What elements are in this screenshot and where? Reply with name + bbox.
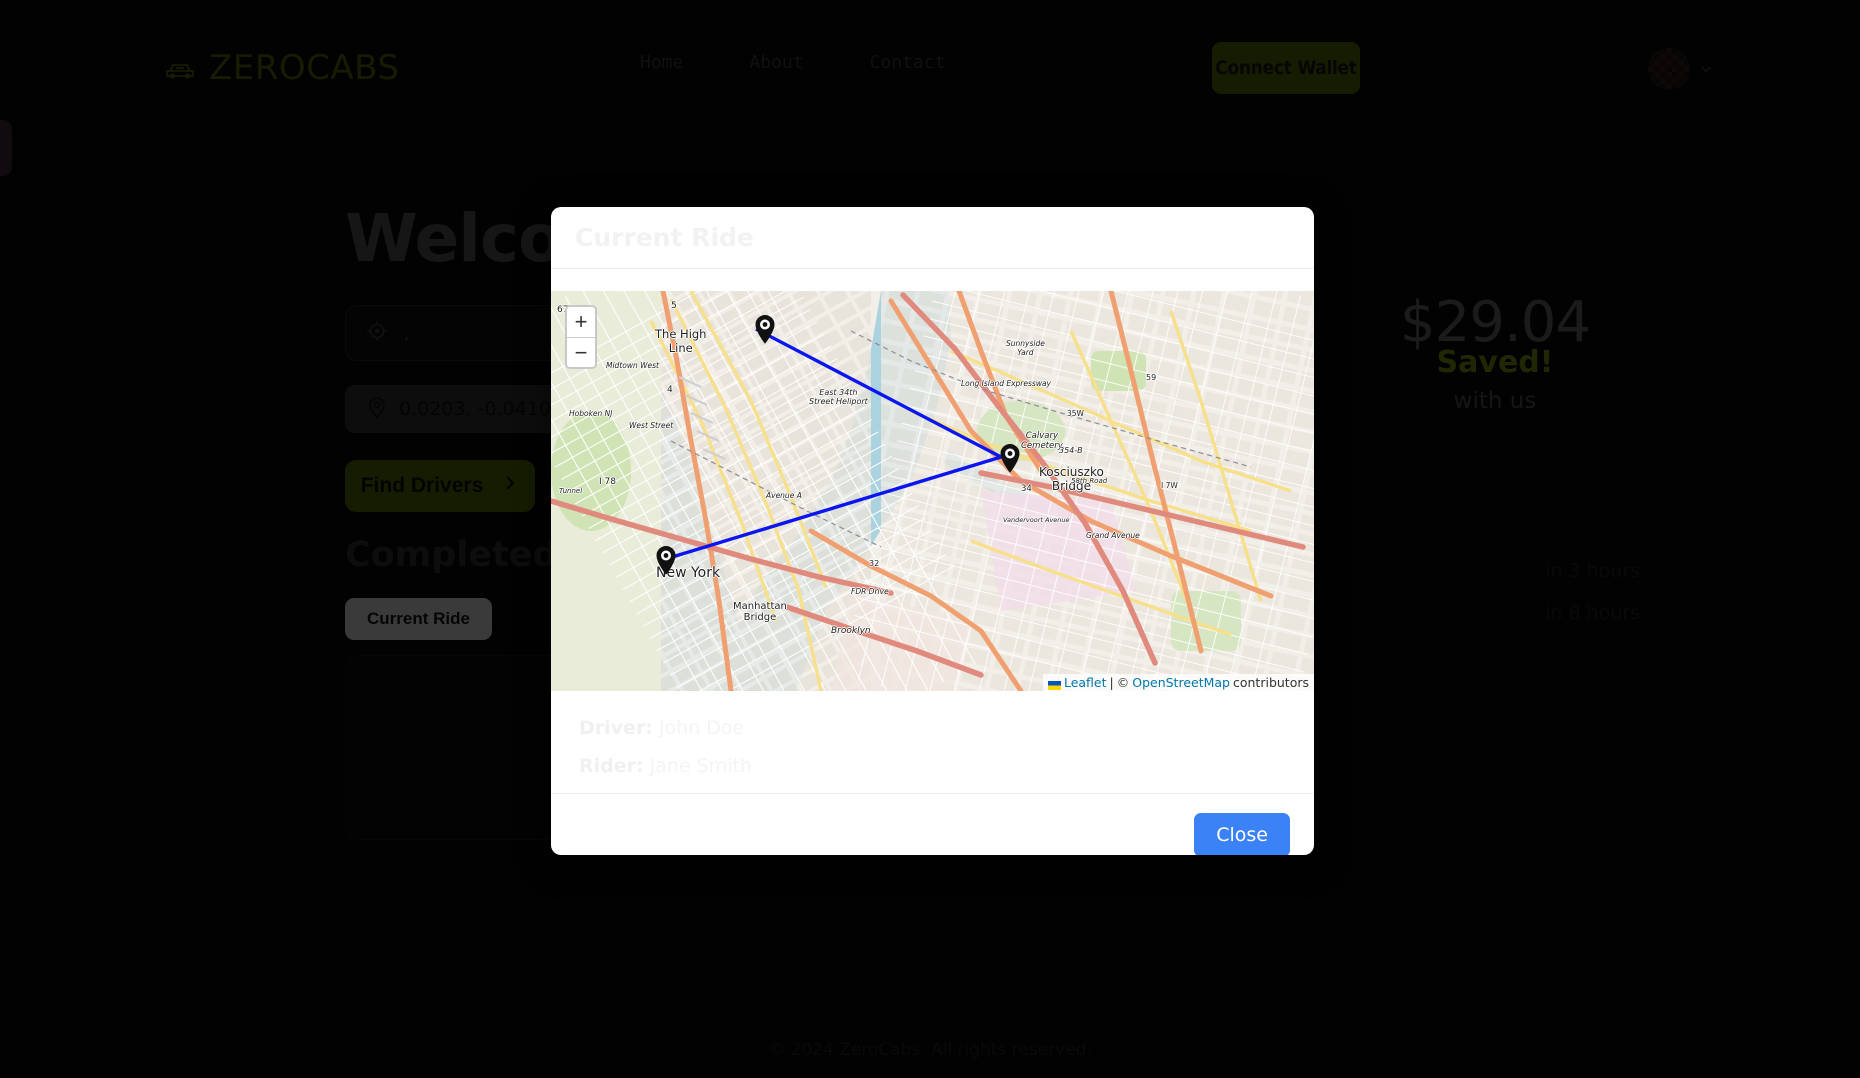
- modal-footer: Close: [551, 793, 1314, 855]
- driver-name: John Doe: [658, 717, 745, 739]
- current-ride-modal: Current Ride The High Line East 34th Str…: [551, 207, 1314, 855]
- driver-label: Driver:: [579, 717, 653, 739]
- ride-map[interactable]: The High Line East 34th Street Heliport Lo…: [551, 291, 1314, 691]
- ride-participants: Driver: John Doe Rider: Jane Smith: [551, 691, 1314, 777]
- map-attribution: Leaflet | © OpenStreetMap contributors: [1042, 674, 1314, 691]
- rider-name: Jane Smith: [649, 755, 753, 777]
- modal-header: Current Ride: [551, 207, 1314, 269]
- marker-pickup[interactable]: [754, 314, 776, 344]
- openstreetmap-link[interactable]: OpenStreetMap: [1132, 675, 1230, 690]
- marker-destination[interactable]: [655, 545, 677, 575]
- modal-title: Current Ride: [575, 223, 754, 252]
- app-root: ZEROCABS Home About Contact Connect Wall…: [0, 0, 1860, 1078]
- attribution-separator: |: [1109, 675, 1114, 690]
- ukraine-flag-icon: [1047, 678, 1061, 690]
- marker-waypoint[interactable]: [999, 443, 1021, 473]
- close-button[interactable]: Close: [1194, 812, 1290, 855]
- driver-row: Driver: John Doe: [579, 717, 1286, 739]
- rider-label: Rider:: [579, 755, 644, 777]
- attribution-copyright: ©: [1116, 675, 1130, 690]
- map-tiles: [551, 291, 1314, 691]
- zoom-in-button[interactable]: +: [567, 307, 595, 337]
- leaflet-link[interactable]: Leaflet: [1064, 675, 1107, 690]
- zoom-out-button[interactable]: −: [567, 337, 595, 367]
- rider-row: Rider: Jane Smith: [579, 755, 1286, 777]
- modal-body: The High Line East 34th Street Heliport Lo…: [551, 269, 1314, 793]
- attribution-suffix: contributors: [1232, 675, 1309, 690]
- map-zoom-controls[interactable]: + −: [565, 305, 597, 369]
